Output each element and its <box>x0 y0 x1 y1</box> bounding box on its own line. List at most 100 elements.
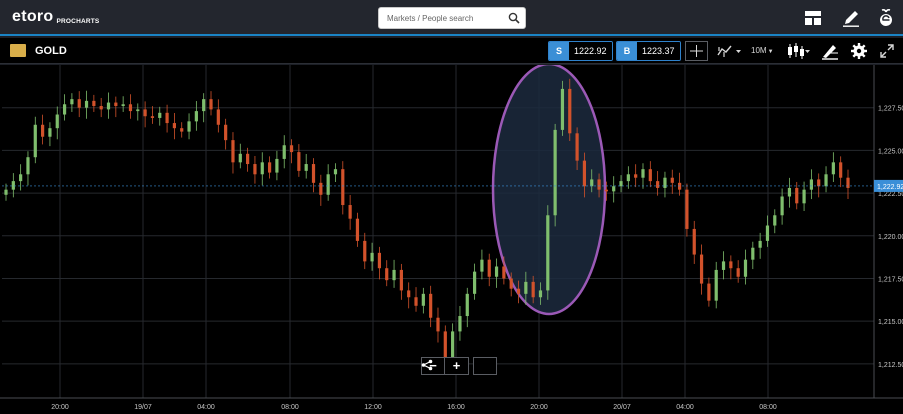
candle-body <box>231 140 235 163</box>
candle-body <box>634 174 638 178</box>
x-tick-label: 20:00 <box>530 404 548 411</box>
indicators-icon[interactable] <box>716 41 742 61</box>
candle-body <box>202 99 206 112</box>
search-box[interactable] <box>378 7 526 29</box>
candle-body <box>773 215 777 226</box>
crosshair-button[interactable] <box>685 41 708 61</box>
candle-body <box>480 259 484 272</box>
candle-body <box>809 179 813 190</box>
candle-body <box>48 128 52 137</box>
candle-body <box>128 104 133 112</box>
candle-body <box>304 164 308 171</box>
sell-button[interactable]: S 1222.92 <box>548 41 613 61</box>
candle-body <box>714 269 718 301</box>
candle-body <box>355 218 360 241</box>
x-tick-label: 08:00 <box>759 404 777 411</box>
candle-body <box>729 261 733 269</box>
share-button[interactable] <box>421 357 497 375</box>
candle-body <box>817 179 821 187</box>
candle-body <box>641 169 645 178</box>
top-bar: etoro PROCHARTS <box>0 0 903 36</box>
candle-body <box>209 99 213 110</box>
candle-body <box>429 293 433 318</box>
candle-body <box>590 179 594 187</box>
candle-body <box>297 152 301 171</box>
candle-body <box>451 331 455 358</box>
candle-body <box>370 252 374 262</box>
candle-body <box>385 268 389 281</box>
candle-body <box>531 281 535 298</box>
candle-body <box>524 281 528 294</box>
candle-body <box>824 174 828 187</box>
drawing-tools-icon[interactable] <box>820 41 840 61</box>
candle-body <box>670 177 674 183</box>
candle-body <box>656 181 660 188</box>
instrument-header: GOLD S 1222.92 B 1223.37 10M▼ <box>0 38 903 64</box>
x-tick-label: 04:00 <box>197 404 215 411</box>
candle-body <box>707 283 711 301</box>
y-tick-label: 1,212.50 <box>878 362 903 369</box>
y-tick-label: 1,215.00 <box>878 319 903 326</box>
buy-button[interactable]: B 1223.37 <box>616 41 681 61</box>
y-tick-label: 1,217.50 <box>878 276 903 283</box>
candle-body <box>289 145 294 153</box>
candle-body <box>736 268 740 277</box>
candle-body <box>319 182 323 195</box>
timeframe-selector[interactable]: 10M▼ <box>751 41 774 61</box>
candle-body <box>619 181 623 187</box>
candle-body <box>831 162 835 175</box>
candle-body <box>267 162 272 173</box>
candle-body <box>143 109 147 117</box>
search-icon[interactable] <box>508 12 520 24</box>
x-tick-label: 16:00 <box>447 404 465 411</box>
expand-icon[interactable] <box>879 41 895 61</box>
candle-body <box>582 160 587 187</box>
candle-body <box>494 266 499 277</box>
candle-body <box>194 111 198 122</box>
y-tick-label: 1,222.50 <box>878 191 903 198</box>
sell-label: S <box>549 42 569 60</box>
candle-body <box>751 247 755 260</box>
price-chart[interactable]: 1,212.50 1,215.00 1,217.50 1,220.00 1,222.50… <box>0 65 903 414</box>
timeframe-label: 10M <box>751 46 767 55</box>
candle-body <box>311 164 316 183</box>
candle-body <box>84 100 89 108</box>
search-input[interactable] <box>379 8 504 28</box>
candle-body <box>758 240 762 248</box>
logo-subtext: PROCHARTS <box>56 18 100 25</box>
candle-body <box>436 317 440 332</box>
candle-body <box>663 177 667 188</box>
etoro-e-icon[interactable] <box>876 8 896 28</box>
candle-body <box>443 331 447 358</box>
etoro-logo[interactable]: etoro PROCHARTS <box>12 8 99 26</box>
candlestick-icon[interactable] <box>785 41 811 61</box>
pencil-icon[interactable] <box>841 8 861 28</box>
candle-body <box>333 169 338 175</box>
candle-body <box>612 186 616 192</box>
layout-icon[interactable] <box>803 8 823 28</box>
candle-body <box>421 293 425 306</box>
x-tick-label: 20/07 <box>613 404 631 411</box>
candle-body <box>275 158 279 173</box>
candle-body <box>648 169 652 182</box>
candle-body <box>516 288 521 294</box>
gear-icon[interactable] <box>850 41 868 61</box>
buy-label: B <box>617 42 637 60</box>
candle-body <box>509 278 513 289</box>
candle-body <box>465 293 469 317</box>
share-icon <box>421 359 433 371</box>
candle-body <box>399 269 403 291</box>
candle-body <box>597 179 601 190</box>
candle-body <box>136 109 140 112</box>
candle-body <box>99 105 103 110</box>
candle-body <box>41 124 45 137</box>
buy-price: 1223.37 <box>637 42 680 60</box>
procharts-app: etoro PROCHARTS GOLD <box>0 0 903 414</box>
candle-body <box>180 128 184 132</box>
candle-body <box>187 121 191 132</box>
zoom-in-button[interactable]: + <box>445 357 469 375</box>
candle-body <box>114 102 118 106</box>
gold-bar-icon <box>10 44 26 57</box>
x-tick-label: 19/07 <box>134 404 152 411</box>
candle-body <box>604 189 608 192</box>
